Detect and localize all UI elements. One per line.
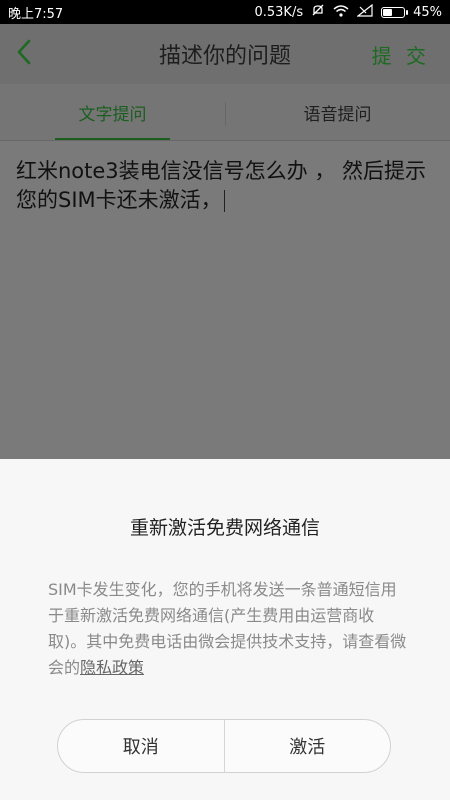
page-title: 描述你的问题 <box>158 44 291 69</box>
submit-button[interactable]: 提 交 <box>372 40 430 69</box>
battery-icon <box>381 6 409 18</box>
tab-bar: 文字提问 语音提问 <box>0 84 450 141</box>
question-text: 红米note3装电信没信号怎么办 ， 然后提示您的SIM卡还未激活， <box>16 159 427 212</box>
question-area[interactable]: 红米note3装电信没信号怎么办 ， 然后提示您的SIM卡还未激活， <box>0 141 450 459</box>
status-icons: 0.53K/s 45% <box>254 3 442 21</box>
wifi-icon <box>333 4 349 21</box>
tab-text-question[interactable]: 文字提问 <box>0 84 225 140</box>
network-speed: 0.53K/s <box>254 4 304 20</box>
activation-dialog: 重新激活免费网络通信 SIM卡发生变化，您的手机将发送一条普通短信用于重新激活免… <box>0 459 450 800</box>
question-input[interactable]: 红米note3装电信没信号怎么办 ， 然后提示您的SIM卡还未激活， <box>16 157 434 215</box>
mute-icon <box>311 3 325 21</box>
back-button[interactable] <box>8 38 40 70</box>
cancel-button[interactable]: 取消 <box>58 720 224 772</box>
header-bar: 描述你的问题 提 交 <box>0 24 450 84</box>
signal-icon <box>356 3 373 21</box>
tab-voice-question[interactable]: 语音提问 <box>225 84 450 140</box>
text-cursor <box>223 190 225 212</box>
dialog-button-group: 取消 激活 <box>57 719 391 773</box>
activate-button[interactable]: 激活 <box>225 720 391 772</box>
battery-level: 45% <box>413 4 442 20</box>
status-bar: 晚上7:57 0.53K/s 45% <box>0 0 450 24</box>
status-time: 晚上7:57 <box>8 6 64 22</box>
privacy-policy-link[interactable]: 隐私政策 <box>80 658 144 677</box>
chevron-left-icon <box>14 38 34 70</box>
dialog-message: SIM卡发生变化，您的手机将发送一条普通短信用于重新激活免费网络通信(产生费用由… <box>48 577 408 681</box>
dialog-title: 重新激活免费网络通信 <box>129 517 320 539</box>
